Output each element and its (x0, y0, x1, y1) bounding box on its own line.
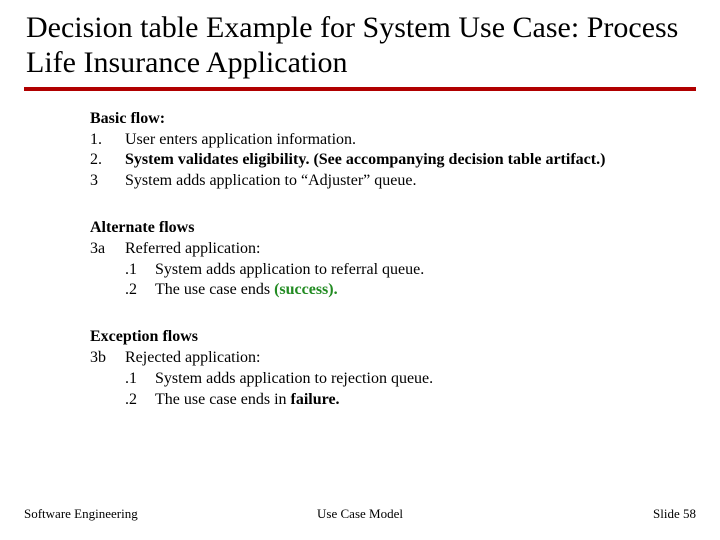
list-item: 3b Rejected application: (90, 348, 696, 369)
subitem-prefix: The use case ends in (155, 391, 291, 408)
basic-flow-heading: Basic flow: (90, 109, 696, 130)
exception-flows-heading: Exception flows (90, 327, 696, 348)
subitem-text: The use case ends in failure. (155, 390, 696, 411)
success-label: (success). (274, 281, 338, 298)
slide: Decision table Example for System Use Ca… (0, 0, 720, 540)
indent (90, 369, 125, 390)
item-number: 2. (90, 150, 125, 171)
subitem-text: System adds application to referral queu… (155, 260, 696, 281)
footer-center: Use Case Model (248, 506, 472, 522)
indent (90, 390, 125, 411)
title-rule (24, 87, 696, 91)
subitem-prefix: The use case ends (155, 281, 274, 298)
list-item: .1 System adds application to referral q… (90, 260, 696, 281)
list-item: .1 System adds application to rejection … (90, 369, 696, 390)
list-item: .2 The use case ends (success). (90, 280, 696, 301)
page-title: Decision table Example for System Use Ca… (24, 10, 696, 81)
item-number: 3b (90, 348, 125, 369)
subitem-text: The use case ends (success). (155, 280, 696, 301)
subitem-number: .1 (125, 260, 155, 281)
basic-flow-section: Basic flow: 1. User enters application i… (90, 109, 696, 192)
footer-right: Slide 58 (472, 506, 696, 522)
indent (90, 280, 125, 301)
indent (90, 260, 125, 281)
exception-flows-section: Exception flows 3b Rejected application:… (90, 327, 696, 410)
list-item: 3 System adds application to “Adjuster” … (90, 171, 696, 192)
subitem-number: .2 (125, 280, 155, 301)
subitem-number: .1 (125, 369, 155, 390)
list-item: 1. User enters application information. (90, 130, 696, 151)
item-number: 3 (90, 171, 125, 192)
item-text: User enters application information. (125, 130, 696, 151)
alternate-flows-heading: Alternate flows (90, 218, 696, 239)
list-item: 3a Referred application: (90, 239, 696, 260)
slide-body: Basic flow: 1. User enters application i… (24, 109, 696, 411)
list-item: .2 The use case ends in failure. (90, 390, 696, 411)
list-item: 2. System validates eligibility. (See ac… (90, 150, 696, 171)
footer-left: Software Engineering (24, 506, 248, 522)
item-text: Referred application: (125, 239, 696, 260)
item-number: 3a (90, 239, 125, 260)
item-text: Rejected application: (125, 348, 696, 369)
footer: Software Engineering Use Case Model Slid… (0, 506, 720, 522)
alternate-flows-section: Alternate flows 3a Referred application:… (90, 218, 696, 301)
item-number: 1. (90, 130, 125, 151)
item-text: System adds application to “Adjuster” qu… (125, 171, 696, 192)
subitem-text: System adds application to rejection que… (155, 369, 696, 390)
subitem-number: .2 (125, 390, 155, 411)
item-text: System validates eligibility. (See accom… (125, 150, 696, 171)
failure-label: failure. (291, 391, 340, 408)
